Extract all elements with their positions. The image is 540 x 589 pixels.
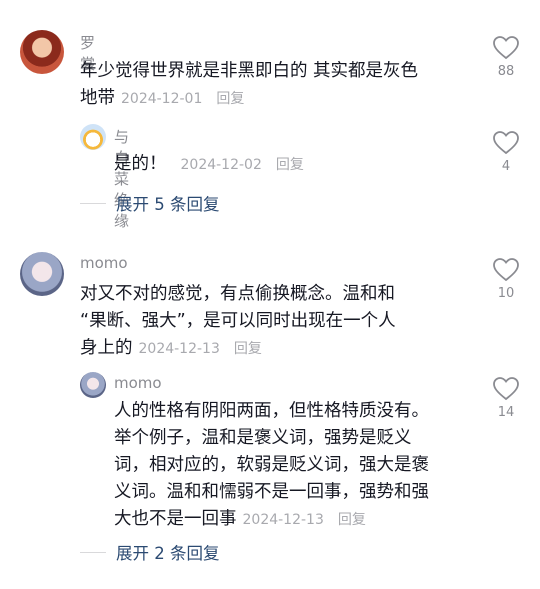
comment-date: 2024-12-13	[138, 341, 220, 357]
comment-meta: 2024-12-13 回复	[139, 341, 262, 357]
comment-line: “果断、强大”，是可以同时出现在一个人	[80, 311, 396, 331]
divider	[80, 202, 106, 204]
comment-line: 词，相对应的，软弱是贬义词，强大是褒	[114, 455, 429, 475]
expand-replies-button[interactable]: 展开 5 条回复	[80, 191, 220, 215]
comment-line: 大也不是一回事	[114, 509, 237, 529]
reply-button[interactable]: 回复	[234, 341, 262, 357]
comment-line: 年少觉得世界就是非黑即白的 其实都是灰色	[80, 61, 419, 81]
comment-meta: 2024-12-01 回复	[121, 91, 244, 107]
reply-button[interactable]: 回复	[216, 91, 244, 107]
heart-outline-icon	[493, 131, 519, 155]
like-button[interactable]: 88	[486, 36, 526, 79]
comment-author[interactable]: momo	[114, 374, 162, 392]
comment-text: 是的！ 2024-12-02 回复	[114, 151, 474, 179]
reply-button[interactable]: 回复	[338, 512, 366, 528]
comment-date: 2024-12-01	[121, 91, 203, 107]
comment-line: 地带	[80, 88, 115, 108]
comment-line: 身上的	[80, 338, 133, 358]
like-count: 4	[501, 159, 511, 174]
heart-outline-icon	[493, 377, 519, 401]
comment-date: 2024-12-02	[180, 157, 262, 173]
expand-replies-button[interactable]: 展开 2 条回复	[80, 540, 220, 564]
like-count: 10	[497, 286, 515, 301]
avatar[interactable]	[80, 372, 106, 398]
avatar[interactable]	[80, 124, 106, 150]
comment-line: 人的性格有阴阳两面，但性格特质没有。	[114, 401, 429, 421]
comment-text: 对又不对的感觉，有点偷换概念。温和和 “果断、强大”，是可以同时出现在一个人 身…	[80, 281, 480, 363]
avatar[interactable]	[20, 252, 64, 296]
comment-date: 2024-12-13	[242, 512, 324, 528]
expand-replies-label: 展开 2 条回复	[116, 544, 220, 563]
heart-outline-icon	[493, 258, 519, 282]
like-count: 14	[497, 405, 515, 420]
divider	[80, 551, 106, 553]
reply-button[interactable]: 回复	[276, 157, 304, 173]
comment-meta: 2024-12-02 回复	[181, 157, 304, 173]
comment-line: 是的！	[114, 154, 167, 174]
comment-text: 年少觉得世界就是非黑即白的 其实都是灰色 地带 2024-12-01 回复	[80, 58, 480, 113]
like-button[interactable]: 4	[486, 131, 526, 174]
comment-text: 人的性格有阴阳两面，但性格特质没有。 举个例子，温和是褒义词，强势是贬义 词，相…	[114, 398, 474, 534]
comment-line: 举个例子，温和是褒义词，强势是贬义	[114, 428, 412, 448]
heart-outline-icon	[493, 36, 519, 60]
like-button[interactable]: 10	[486, 258, 526, 301]
avatar[interactable]	[20, 30, 64, 74]
comment-author[interactable]: momo	[80, 254, 128, 272]
comment-line: 对又不对的感觉，有点偷换概念。温和和	[80, 284, 395, 304]
comment-line: 义词。温和和懦弱不是一回事，强势和强	[114, 482, 429, 502]
like-count: 88	[497, 64, 515, 79]
expand-replies-label: 展开 5 条回复	[116, 195, 220, 214]
like-button[interactable]: 14	[486, 377, 526, 420]
comment-meta: 2024-12-13 回复	[243, 512, 366, 528]
